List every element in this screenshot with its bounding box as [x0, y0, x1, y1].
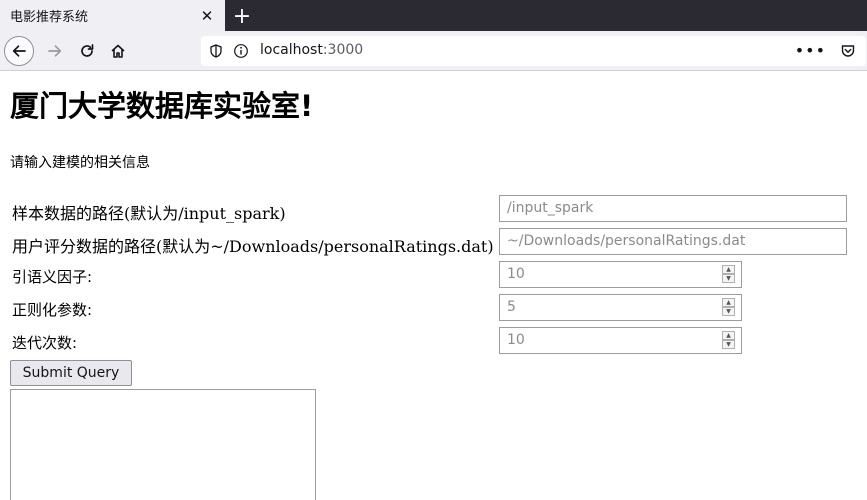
intro-text: 请输入建模的相关信息: [10, 155, 150, 171]
iterations-input[interactable]: 10 ▲ ▼: [499, 327, 742, 354]
ratings-path-row: 用户评分数据的路径(默认为~/Downloads/personalRatings…: [12, 228, 852, 256]
chevron-down-icon[interactable]: ▼: [722, 307, 735, 316]
page-title: 厦门大学数据库实验室!: [10, 89, 314, 123]
result-textarea[interactable]: [10, 389, 316, 500]
latent-factor-row: 引语义因子: 10 ▲ ▼: [12, 261, 852, 289]
browser-tab[interactable]: 电影推荐系统 ✕: [0, 0, 225, 31]
chevron-down-icon[interactable]: ▼: [722, 340, 735, 349]
sample-path-label: 样本数据的路径(默认为/input_spark): [12, 204, 286, 223]
chevron-up-icon[interactable]: ▲: [722, 331, 735, 340]
iterations-label: 迭代次数:: [12, 334, 78, 352]
latent-factor-input[interactable]: 10 ▲ ▼: [499, 261, 742, 288]
submit-query-button[interactable]: Submit Query: [10, 360, 132, 386]
url-host: localhost: [260, 42, 323, 58]
chevron-down-icon[interactable]: ▼: [722, 274, 735, 283]
sample-path-row: 样本数据的路径(默认为/input_spark) /input_spark: [12, 195, 852, 223]
latent-factor-stepper[interactable]: ▲ ▼: [722, 265, 735, 284]
url-text[interactable]: localhost:3000: [260, 42, 363, 58]
regularization-row: 正则化参数: 5 ▲ ▼: [12, 294, 852, 322]
new-tab-button[interactable]: +: [228, 2, 256, 30]
ratings-path-label: 用户评分数据的路径(默认为~/Downloads/personalRatings…: [12, 237, 494, 256]
navigation-toolbar: localhost:3000 •••: [0, 31, 867, 71]
tab-strip: 电影推荐系统 ✕ +: [0, 0, 867, 31]
close-tab-icon[interactable]: ✕: [195, 4, 219, 28]
pocket-icon[interactable]: [840, 43, 856, 59]
regularization-label: 正则化参数:: [12, 301, 93, 319]
address-bar[interactable]: localhost:3000 •••: [201, 36, 866, 66]
iterations-value: 10: [507, 332, 525, 348]
page-content: 厦门大学数据库实验室! 请输入建模的相关信息 样本数据的路径(默认为/input…: [0, 72, 867, 500]
shield-icon[interactable]: [209, 44, 223, 58]
ratings-path-input[interactable]: ~/Downloads/personalRatings.dat: [499, 228, 847, 255]
regularization-stepper[interactable]: ▲ ▼: [722, 298, 735, 317]
home-button[interactable]: [103, 36, 133, 66]
reload-icon: [81, 44, 94, 57]
info-icon[interactable]: [233, 43, 249, 59]
latent-factor-value: 10: [507, 266, 525, 282]
arrow-left-icon: [12, 45, 26, 57]
chevron-up-icon[interactable]: ▲: [722, 265, 735, 274]
iterations-row: 迭代次数: 10 ▲ ▼: [12, 327, 852, 355]
chevron-up-icon[interactable]: ▲: [722, 298, 735, 307]
tab-title: 电影推荐系统: [10, 10, 89, 25]
home-icon: [111, 44, 125, 58]
back-button[interactable]: [4, 36, 34, 66]
regularization-value: 5: [507, 299, 516, 315]
latent-factor-label: 引语义因子:: [12, 268, 93, 286]
reload-button[interactable]: [72, 36, 102, 66]
arrow-right-icon: [48, 45, 62, 57]
regularization-input[interactable]: 5 ▲ ▼: [499, 294, 742, 321]
forward-button[interactable]: [40, 36, 70, 66]
iterations-stepper[interactable]: ▲ ▼: [722, 331, 735, 350]
sample-path-input[interactable]: /input_spark: [499, 195, 847, 222]
page-actions-menu-icon[interactable]: •••: [795, 41, 826, 60]
url-port: :3000: [322, 42, 364, 58]
